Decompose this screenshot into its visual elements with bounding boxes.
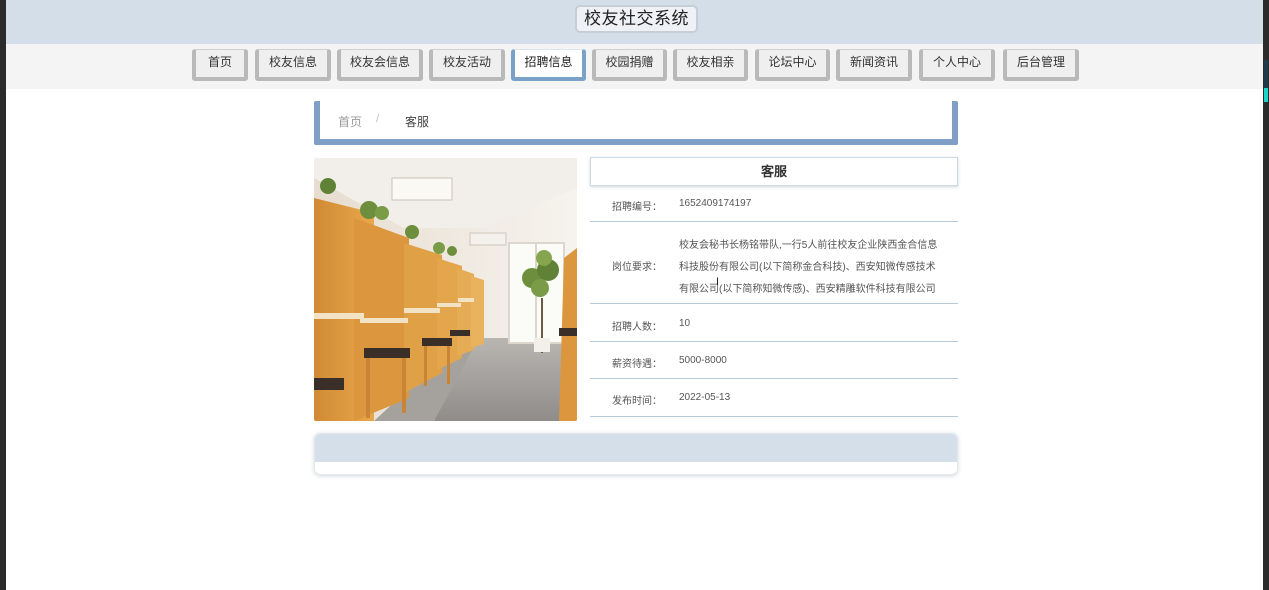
field-label: 薪资待遇： [612,359,662,370]
field-label: 招聘人数： [612,322,662,333]
field-value: 校友会秘书长杨铭带队,一行5人前往校友企业陕西金合信息科技股份有限公司(以下简称… [679,240,938,295]
field-value: 10 [679,318,691,329]
nav-item-admin[interactable]: 后台管理 [1003,49,1079,81]
field-value: 1652409174197 [679,198,752,209]
main-nav: 首页 校友信息 校友会信息 校友活动 招聘信息 校园捐赠 校友相亲 论坛中心 新… [6,44,1263,89]
nav-item-forum[interactable]: 论坛中心 [755,49,830,81]
nav-item-campus-donation[interactable]: 校园捐赠 [592,49,667,81]
content-box-header [315,434,957,462]
breadcrumb-separator: / [376,113,380,125]
job-title: 客服 [590,157,958,186]
breadcrumb-home-link[interactable]: 首页 [338,113,362,130]
nav-item-alumni-activities[interactable]: 校友活动 [429,49,505,81]
field-headcount: 招聘人数： 10 [590,304,958,342]
job-detail-panel: 客服 招聘编号： 1652409174197 岗位要求： 校友会秘书长杨铭带队,… [590,157,958,417]
page: 校友社交系统 首页 校友信息 校友会信息 校友活动 招聘信息 校园捐赠 校友相亲… [6,0,1263,590]
site-header: 校友社交系统 [6,0,1263,44]
scrollbar-accent [1264,88,1268,102]
nav-item-home[interactable]: 首页 [192,49,248,81]
field-label: 招聘编号： [612,202,662,213]
field-value: 2022-05-13 [679,392,731,403]
nav-item-recruitment[interactable]: 招聘信息 [511,49,586,81]
field-value: 5000-8000 [679,355,727,366]
field-label: 发布时间： [612,396,662,407]
field-label: 岗位要求： [612,262,662,273]
content-box [314,433,958,475]
field-salary: 薪资待遇： 5000-8000 [590,342,958,379]
nav-item-personal-center[interactable]: 个人中心 [919,49,995,81]
nav-item-news[interactable]: 新闻资讯 [836,49,912,81]
breadcrumb: 首页 / 客服 [314,101,958,145]
nav-item-alumni-info[interactable]: 校友信息 [255,49,331,81]
breadcrumb-current: 客服 [405,115,430,129]
nav-item-alumni-association[interactable]: 校友会信息 [337,49,423,81]
field-job-requirements: 岗位要求： 校友会秘书长杨铭带队,一行5人前往校友企业陕西金合信息科技股份有限公… [590,222,958,304]
field-publish-date: 发布时间： 2022-05-13 [590,379,958,417]
job-photo [314,158,577,421]
nav-item-alumni-dating[interactable]: 校友相亲 [673,49,748,81]
site-title: 校友社交系统 [575,5,698,33]
text-cursor-icon: I [716,276,720,288]
field-job-number: 招聘编号： 1652409174197 [590,186,958,222]
